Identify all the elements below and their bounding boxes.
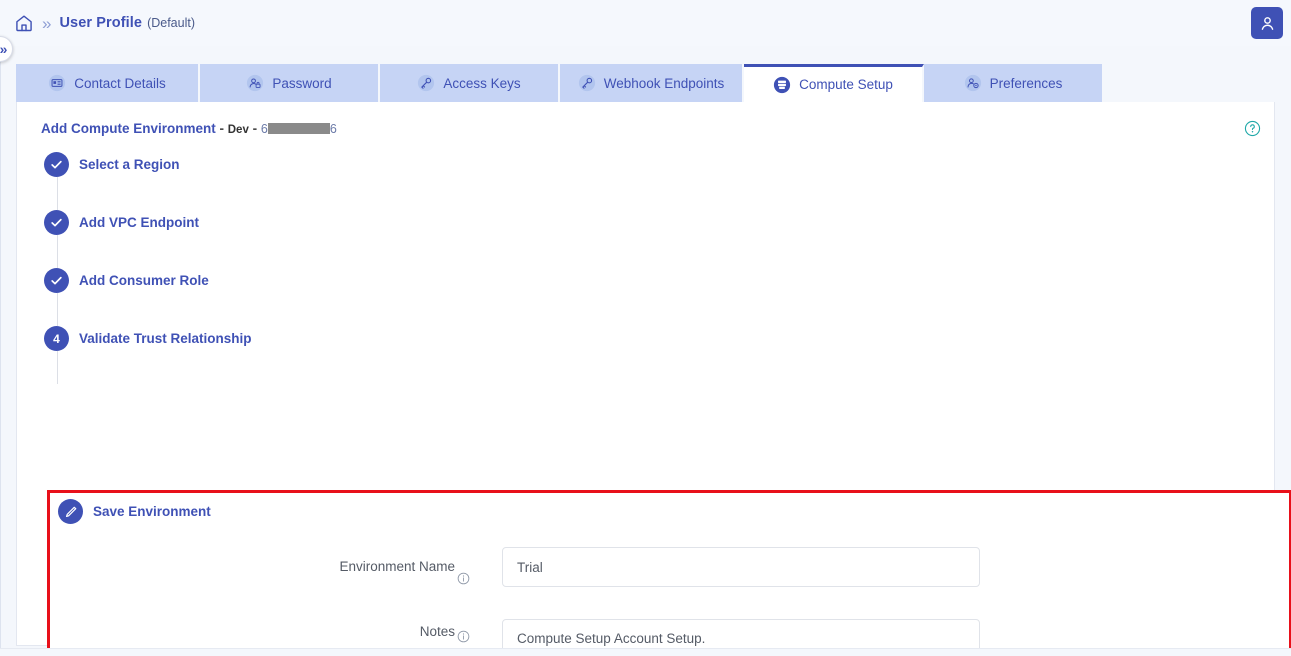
- tab-access-keys[interactable]: Access Keys: [380, 64, 560, 102]
- tab-compute-setup[interactable]: Compute Setup: [744, 64, 924, 102]
- panel-account-prefix: 6: [260, 122, 268, 136]
- left-rail-divider: [0, 0, 1, 656]
- user-gear-icon: [964, 74, 982, 92]
- help-circle-icon[interactable]: [1244, 120, 1261, 137]
- contact-card-icon: [48, 74, 66, 92]
- step-validate-trust-relationship[interactable]: 4 Validate Trust Relationship: [41, 326, 1251, 384]
- tab-label: Preferences: [989, 75, 1063, 91]
- panel-title-dash: -: [215, 121, 228, 136]
- panel-env-dash: -: [248, 121, 261, 136]
- step-number: 4: [53, 331, 60, 346]
- info-circle-icon[interactable]: [457, 626, 470, 642]
- compute-setup-panel: Add Compute Environment - Dev - 6 6 Selec…: [16, 102, 1291, 656]
- user-lock-icon: [246, 74, 264, 92]
- step-connector: [56, 235, 58, 268]
- step-status-check-icon: [44, 210, 69, 235]
- home-icon[interactable]: [14, 13, 34, 33]
- step-label: Save Environment: [93, 504, 211, 519]
- step-add-consumer-role[interactable]: Add Consumer Role: [41, 268, 1251, 326]
- profile-tabs: Contact Details Password Access Keys Web…: [16, 64, 1275, 102]
- key-icon: [417, 74, 435, 92]
- step-save-environment[interactable]: Save Environment: [55, 499, 211, 524]
- top-breadcrumb-bar: » User Profile (Default): [0, 0, 1291, 46]
- chevron-double-right-icon: »: [0, 41, 8, 57]
- tab-preferences[interactable]: Preferences: [924, 64, 1104, 102]
- panel-environment: Dev: [227, 124, 249, 136]
- server-icon: [773, 76, 791, 94]
- environment-name-label-group: Environment Name: [305, 547, 470, 587]
- bottom-strip: [0, 648, 1291, 656]
- step-select-a-region[interactable]: Select a Region: [41, 152, 1251, 210]
- environment-name-label: Environment Name: [339, 559, 455, 574]
- step-connector: [56, 293, 58, 326]
- notes-label-group: Notes: [305, 619, 470, 645]
- step-edit-pencil-icon: [58, 499, 83, 524]
- step-connector: [56, 177, 58, 210]
- step-add-vpc-endpoint[interactable]: Add VPC Endpoint: [41, 210, 1251, 268]
- key-icon: [578, 74, 596, 92]
- setup-stepper: Select a Region Add VPC Endpoint Add Con…: [41, 152, 1251, 384]
- step-status-check-icon: [44, 268, 69, 293]
- tab-contact-details[interactable]: Contact Details: [16, 64, 200, 102]
- avatar[interactable]: [1251, 7, 1283, 39]
- tab-label: Access Keys: [443, 75, 521, 91]
- tab-label: Contact Details: [74, 75, 166, 91]
- page-title-subtitle: (Default): [147, 16, 195, 30]
- panel-title-text: Add Compute Environment: [41, 121, 216, 136]
- panel-account-suffix: 6: [329, 122, 337, 136]
- tab-webhook-endpoints[interactable]: Webhook Endpoints: [560, 64, 744, 102]
- tab-label: Compute Setup: [799, 77, 893, 92]
- breadcrumb: » User Profile (Default): [14, 0, 195, 46]
- step-status-check-icon: [44, 152, 69, 177]
- environment-name-input[interactable]: [502, 547, 980, 587]
- save-environment-section-highlight: Save Environment Environment Name Notes: [47, 490, 1291, 656]
- tab-label: Password: [272, 75, 332, 91]
- tab-password[interactable]: Password: [200, 64, 380, 102]
- redacted-account-id: [267, 123, 330, 134]
- step-label: Add VPC Endpoint: [79, 215, 199, 230]
- step-number-badge: 4: [44, 326, 69, 351]
- app-root: » User Profile (Default) » Contact Detai…: [0, 0, 1291, 656]
- step-connector: [56, 351, 58, 384]
- notes-label: Notes: [419, 624, 455, 639]
- page-title: User Profile: [59, 15, 143, 31]
- breadcrumb-separator-icon: »: [42, 13, 52, 33]
- step-label: Validate Trust Relationship: [79, 331, 252, 346]
- panel-title: Add Compute Environment - Dev - 6 6: [41, 121, 337, 136]
- step-label: Select a Region: [79, 157, 180, 172]
- step-label: Add Consumer Role: [79, 273, 209, 288]
- tab-label: Webhook Endpoints: [603, 75, 725, 91]
- info-circle-icon[interactable]: [457, 561, 470, 584]
